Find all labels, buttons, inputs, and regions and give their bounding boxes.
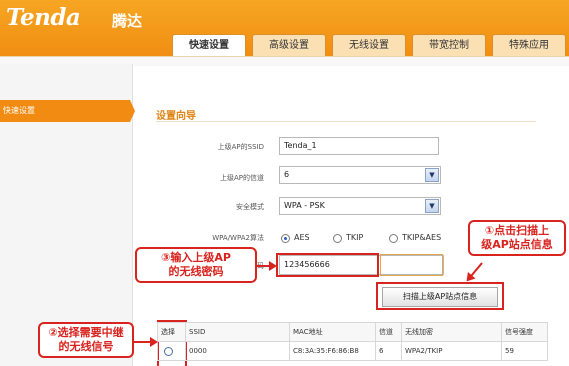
callout-step-1-line-2: 级AP站点信息	[481, 238, 553, 251]
table-cell-encryption: WPA2/TKIP	[401, 341, 502, 361]
callout-step-2-arrow	[134, 337, 158, 347]
radio-aes[interactable]	[281, 234, 290, 243]
security-mode-value: WPA - PSK	[284, 201, 325, 210]
channel-select[interactable]: 6 ▼	[279, 166, 441, 184]
radio-tkip-label: TKIP	[346, 233, 364, 242]
table-cell-mac: C8:3A:35:F6:86:B8	[289, 341, 376, 361]
security-mode-select[interactable]: WPA - PSK ▼	[279, 197, 441, 215]
radio-tkip-aes[interactable]	[389, 234, 398, 243]
radio-tkip-aes-label: TKIP&AES	[402, 233, 442, 242]
radio-tkip[interactable]	[333, 234, 342, 243]
sidebar-item-quick-setup[interactable]: 快速设置	[0, 100, 130, 122]
main-content: 设置向导 上级AP的SSID Tenda_1 上级AP的信道 6 ▼ 安全模式 …	[134, 64, 569, 366]
page-title: 设置向导	[156, 111, 196, 122]
table-cell-ssid: 0000	[185, 341, 290, 361]
ssid-label: 上级AP的SSID	[217, 143, 264, 151]
password-highlight-box	[276, 253, 379, 277]
tab-quick-setup[interactable]: 快速设置	[172, 34, 246, 58]
callout-step-2-line-1: ②选择需要中继	[48, 326, 124, 339]
row-select-radio[interactable]	[164, 346, 173, 356]
table-row: 0000 C8:3A:35:F6:86:B8 6 WPA2/TKIP 59	[157, 341, 548, 361]
tab-advanced-settings[interactable]: 高级设置	[252, 34, 326, 56]
channel-value: 6	[284, 170, 290, 179]
title-divider	[156, 121, 536, 122]
callout-step-3-line-2: 的无线密码	[168, 265, 224, 278]
tab-special-apps[interactable]: 特殊应用	[492, 34, 566, 56]
table-cell-select	[157, 341, 186, 361]
scan-ap-button[interactable]: 扫描上级AP站点信息	[382, 287, 498, 307]
callout-step-2-line-2: 的无线信号	[58, 340, 114, 353]
table-header-ssid: SSID	[185, 322, 290, 342]
tenda-logo: Tenda	[6, 4, 81, 31]
table-cell-signal: 59	[501, 341, 548, 361]
tab-bandwidth-control[interactable]: 带宽控制	[412, 34, 486, 56]
table-header-select: 选择	[157, 322, 186, 342]
callout-step-3-line-1: ③输入上级AP	[161, 251, 231, 264]
security-mode-label: 安全模式	[236, 203, 264, 211]
table-header-encryption: 无线加密	[401, 322, 502, 342]
callout-step-1-line-1: ①点击扫描上	[484, 224, 550, 237]
logo-chinese-text: 腾达	[112, 12, 143, 30]
ap-scan-table: 选择 SSID MAC地址 信道 无线加密 信号强度 0000 C8:3A:35…	[157, 322, 548, 361]
cipher-label: WPA/WPA2算法	[212, 234, 264, 242]
chevron-down-icon[interactable]: ▼	[425, 168, 439, 182]
callout-step-3-arrow	[257, 261, 277, 271]
table-header-row: 选择 SSID MAC地址 信道 无线加密 信号强度	[157, 322, 548, 342]
table-cell-channel: 6	[375, 341, 402, 361]
table-header-signal: 信号强度	[501, 322, 548, 342]
tab-wireless-settings[interactable]: 无线设置	[332, 34, 406, 56]
radio-aes-label: AES	[294, 233, 310, 242]
ssid-input[interactable]: Tenda_1	[279, 137, 439, 155]
callout-step-1: ①点击扫描上 级AP站点信息	[468, 220, 566, 256]
sidebar: 快速设置	[0, 64, 135, 366]
password-field-extension	[380, 254, 443, 276]
chevron-down-icon[interactable]: ▼	[425, 199, 439, 213]
top-header: Tenda 腾达 快速设置 高级设置 无线设置 带宽控制 特殊应用	[0, 0, 569, 64]
table-header-channel: 信道	[375, 322, 402, 342]
callout-step-2: ②选择需要中继 的无线信号	[38, 322, 134, 358]
channel-label: 上级AP的信道	[219, 174, 264, 182]
callout-step-3: ③输入上级AP 的无线密码	[135, 247, 257, 283]
table-header-mac: MAC地址	[289, 322, 376, 342]
